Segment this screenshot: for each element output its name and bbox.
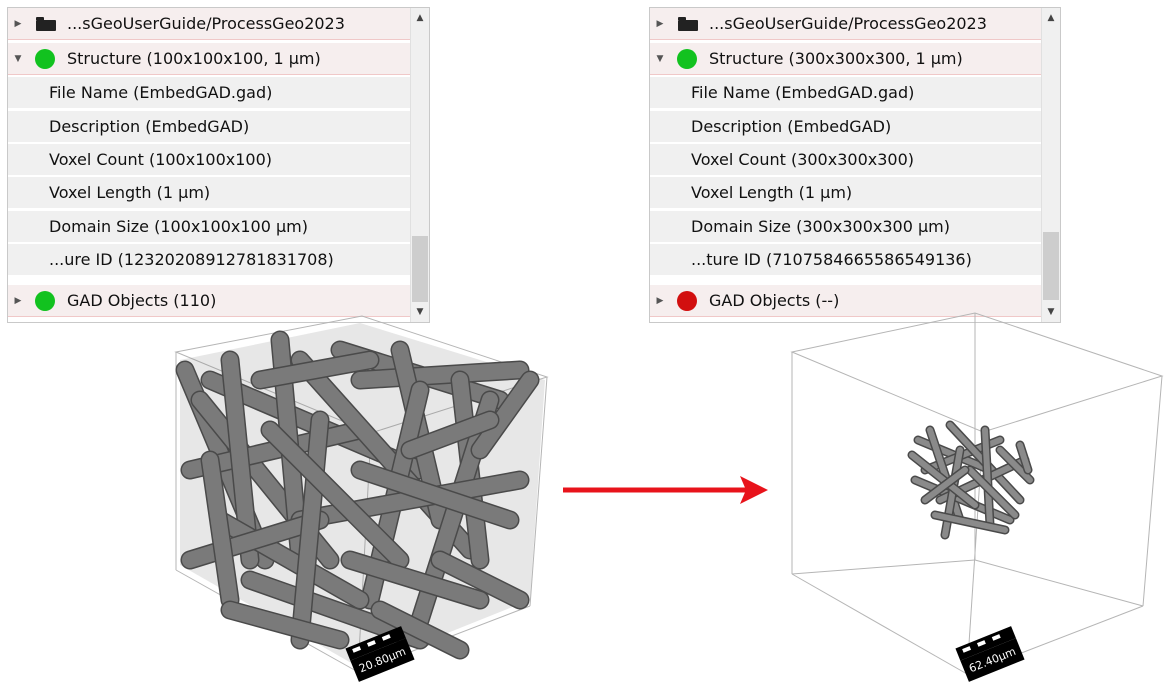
right-structure-render bbox=[790, 312, 1164, 675]
structure-3d-views bbox=[174, 312, 1164, 675]
right-arrow-icon bbox=[563, 476, 768, 504]
right-bounding-box bbox=[790, 312, 1164, 675]
left-structure-render bbox=[174, 315, 549, 673]
fiber bbox=[352, 362, 528, 388]
right-fibers bbox=[907, 420, 1035, 540]
